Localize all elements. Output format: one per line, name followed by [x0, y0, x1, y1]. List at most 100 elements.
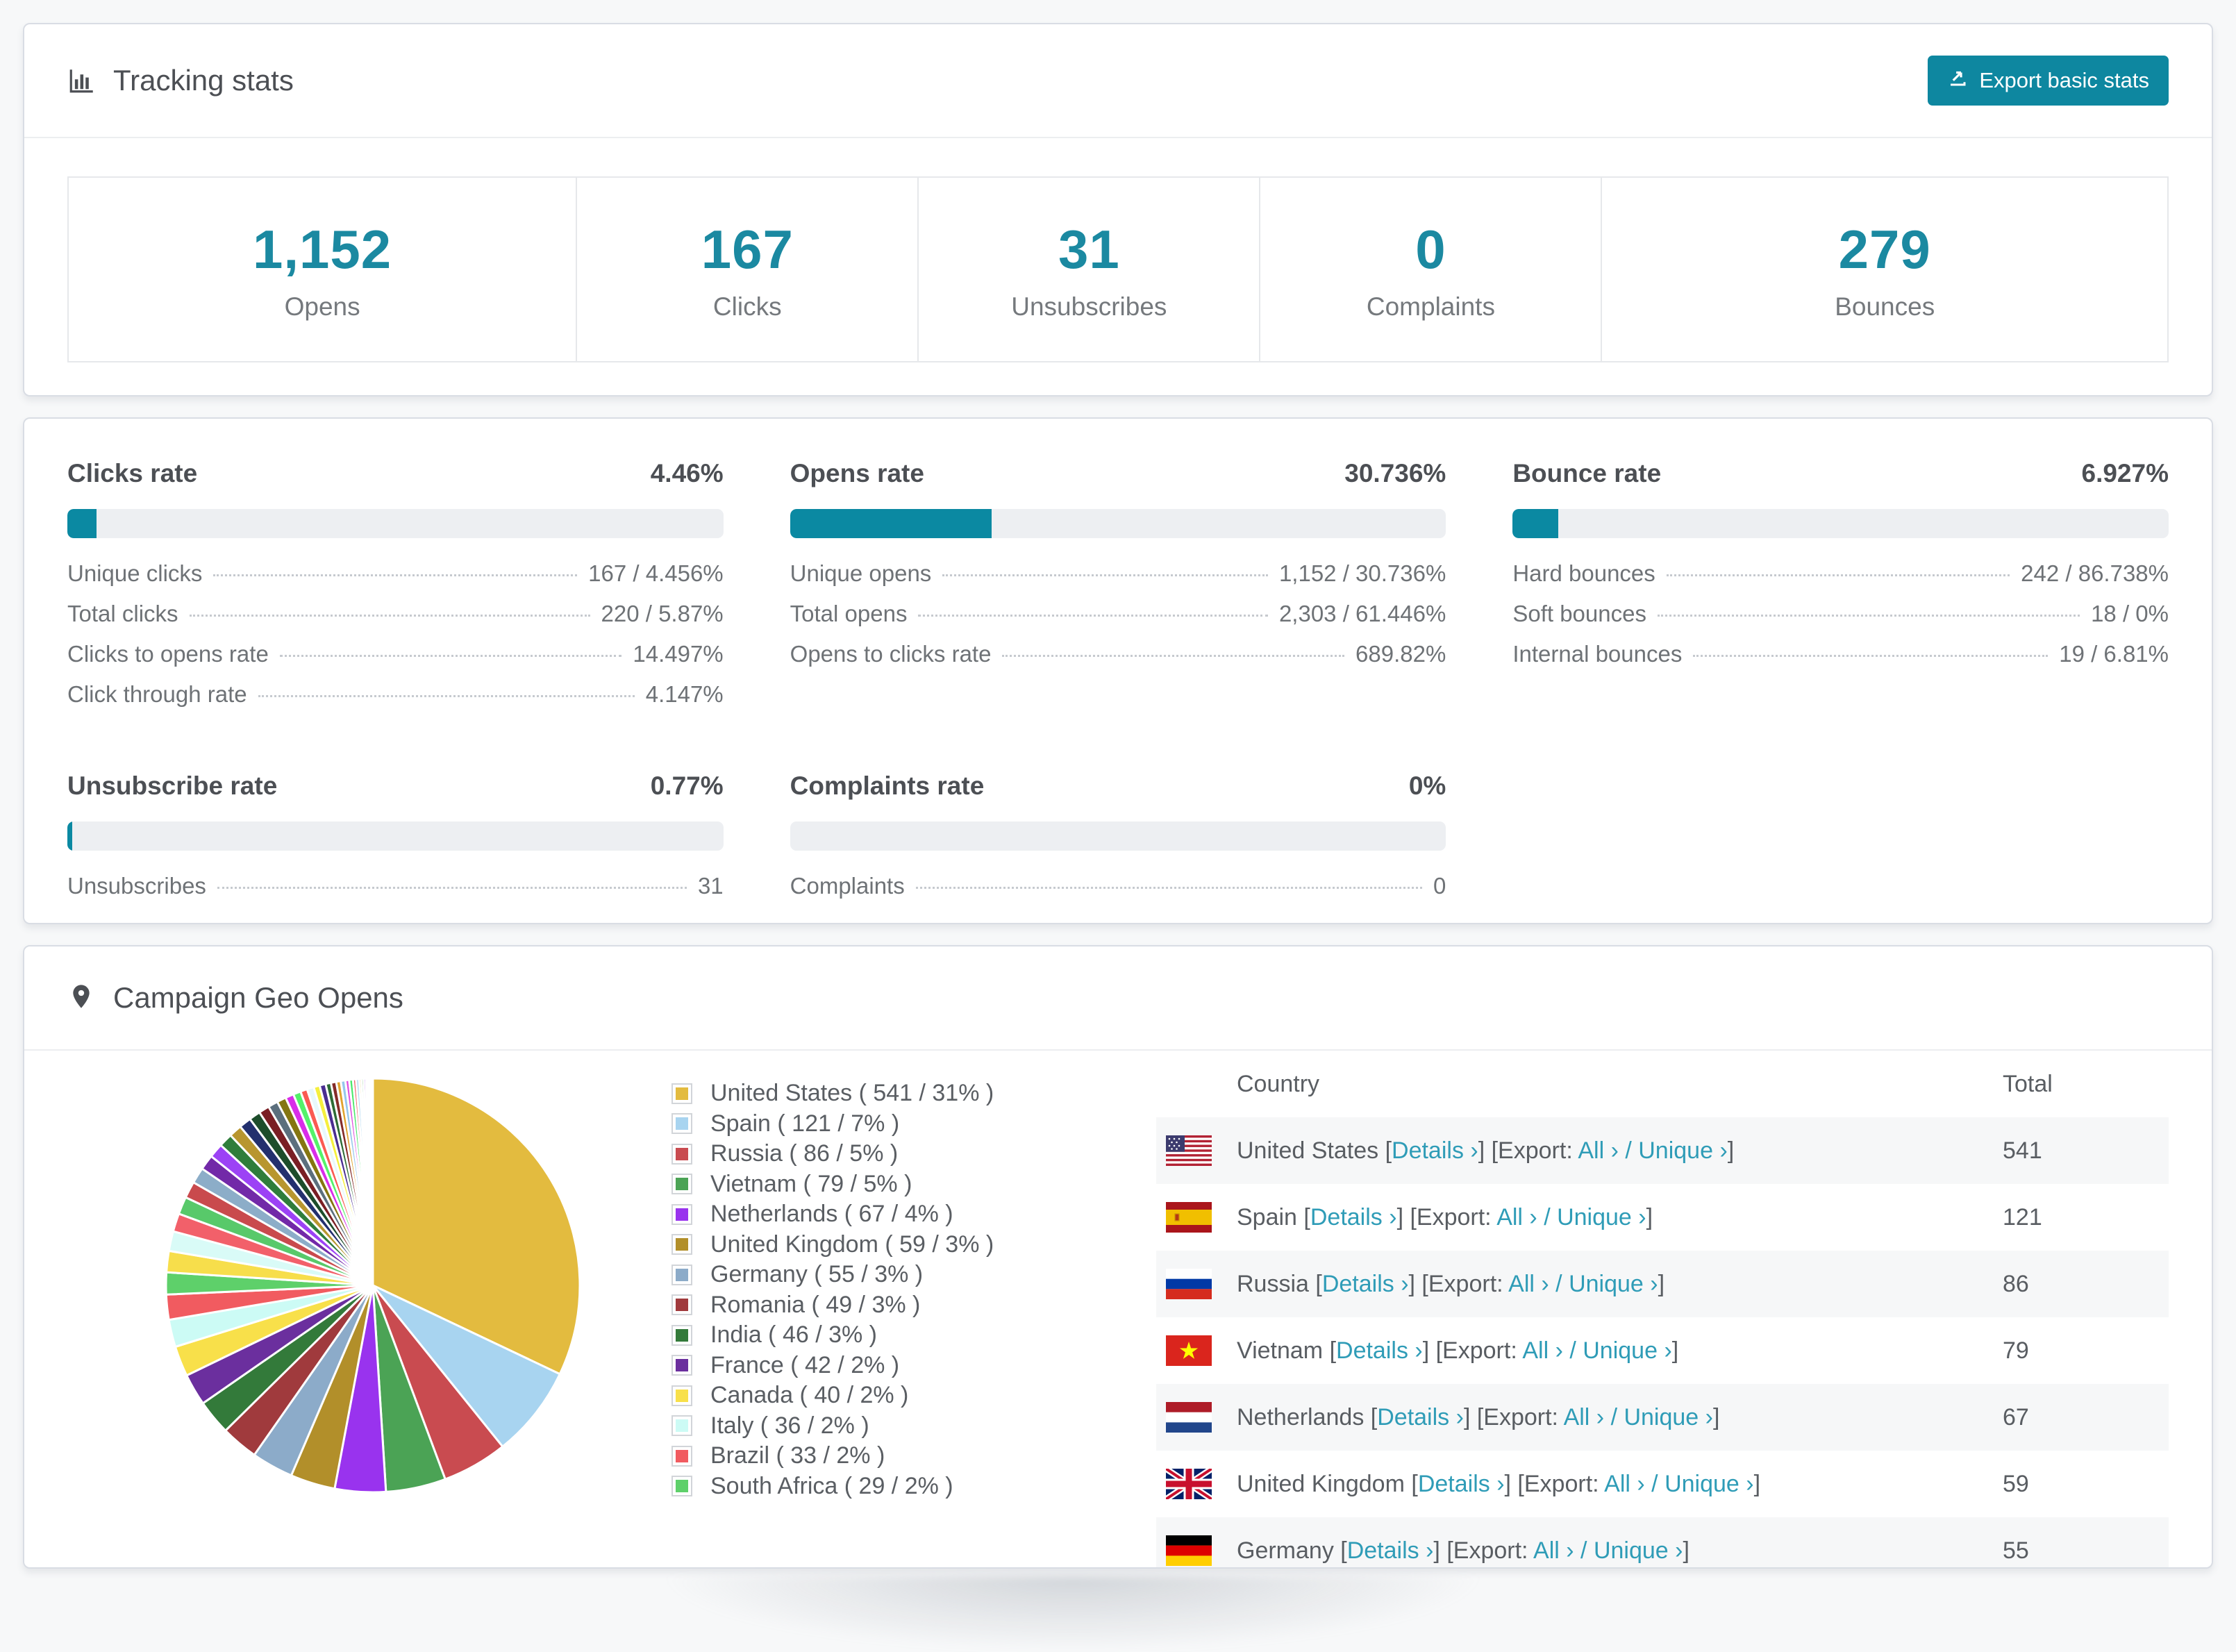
- dotted-leader: [1693, 655, 2049, 657]
- legend-item: United States ( 541 / 31% ): [671, 1078, 1123, 1109]
- details-link[interactable]: Details ›: [1336, 1337, 1423, 1364]
- legend-item: Netherlands ( 67 / 4% ): [671, 1199, 1123, 1230]
- legend-item: Romania ( 49 / 3% ): [671, 1290, 1123, 1321]
- export-all-link[interactable]: All ›: [1533, 1537, 1574, 1564]
- rate-block-opens-rate: Opens rate 30.736% Unique opens 1,152 / 30.…: [790, 459, 1446, 721]
- rate-title: Bounce rate: [1512, 459, 1662, 487]
- dotted-leader: [1002, 655, 1345, 657]
- legend-color-swatch: [671, 1083, 692, 1104]
- export-unique-link[interactable]: Unique ›: [1665, 1471, 1754, 1497]
- export-unique-link[interactable]: Unique ›: [1583, 1337, 1672, 1364]
- country-cell: United Kingdom [Details ›] [Export: All …: [1237, 1471, 1760, 1498]
- page-title: Tracking stats: [113, 64, 294, 97]
- nl-flag-icon: [1166, 1402, 1212, 1433]
- geo-table-row-us: United States [Details ›] [Export: All ›…: [1156, 1117, 2169, 1184]
- rate-progress-fill: [67, 509, 97, 538]
- legend-color-swatch: [671, 1445, 692, 1467]
- export-basic-stats-button[interactable]: Export basic stats: [1928, 56, 2169, 106]
- rate-row-value: 1,152 / 30.736%: [1278, 560, 1446, 586]
- rate-progress-track: [790, 509, 1446, 538]
- geo-card-title: Campaign Geo Opens: [113, 981, 403, 1014]
- export-unique-link[interactable]: Unique ›: [1624, 1404, 1713, 1430]
- slash: /: [1604, 1403, 1624, 1430]
- rate-progress-fill: [790, 509, 992, 538]
- rate-row-value: 18 / 0%: [2091, 601, 2169, 626]
- export-all-link[interactable]: All ›: [1496, 1204, 1537, 1230]
- rate-row: Total opens 2,303 / 61.446%: [790, 601, 1446, 641]
- geo-table: Country Total United States [Details ›] [E…: [1156, 1051, 2169, 1567]
- export-unique-link[interactable]: Unique ›: [1569, 1271, 1658, 1297]
- geo-body: United States ( 541 / 31% ) Spain ( 121 /…: [24, 1051, 2212, 1567]
- campaign-geo-opens-card: Campaign Geo Opens United States ( 541 /…: [23, 945, 2213, 1569]
- geo-table-header: Country Total: [1156, 1051, 2169, 1117]
- export-all-link[interactable]: All ›: [1508, 1271, 1549, 1297]
- bracket: ]: [1712, 1403, 1720, 1430]
- legend-item: Germany ( 55 / 3% ): [671, 1260, 1123, 1290]
- rate-row-label: Clicks to opens rate: [67, 641, 269, 667]
- rate-title: Complaints rate: [790, 771, 985, 800]
- legend-label: Spain ( 121 / 7% ): [710, 1110, 900, 1137]
- legend-label: Netherlands ( 67 / 4% ): [710, 1201, 953, 1228]
- export-all-link[interactable]: All ›: [1564, 1404, 1605, 1430]
- geo-card-header: Campaign Geo Opens: [24, 946, 2212, 1051]
- export-prefix: ] [Export:: [1396, 1203, 1497, 1230]
- bar-chart-icon: [67, 66, 97, 95]
- geo-table-row-nl: Netherlands [Details ›] [Export: All › /…: [1156, 1384, 2169, 1451]
- legend-color-swatch: [671, 1324, 692, 1346]
- details-link[interactable]: Details ›: [1418, 1471, 1505, 1497]
- vn-flag-icon: [1166, 1335, 1212, 1366]
- rate-row-value: 0: [1433, 873, 1446, 899]
- legend-label: France ( 42 / 2% ): [710, 1351, 900, 1378]
- geo-table-row-gb: United Kingdom [Details ›] [Export: All …: [1156, 1451, 2169, 1517]
- export-unique-link[interactable]: Unique ›: [1594, 1537, 1683, 1564]
- export-all-link[interactable]: All ›: [1578, 1137, 1619, 1164]
- summary-stat-value: 0: [1415, 218, 1446, 280]
- summary-stat-clicks: 167 Clicks: [576, 178, 917, 361]
- legend-item: United Kingdom ( 59 / 3% ): [671, 1230, 1123, 1260]
- export-all-link[interactable]: All ›: [1604, 1471, 1645, 1497]
- rate-progress-fill: [1512, 509, 1558, 538]
- rate-row-label: Total clicks: [67, 601, 178, 626]
- country-cell: United States [Details ›] [Export: All ›…: [1237, 1137, 1734, 1165]
- country-name: Russia: [1237, 1270, 1316, 1297]
- details-link[interactable]: Details ›: [1377, 1404, 1464, 1430]
- details-link[interactable]: Details ›: [1347, 1537, 1434, 1564]
- legend-label: South Africa ( 29 / 2% ): [710, 1472, 953, 1499]
- export-prefix: ] [Export:: [1478, 1137, 1578, 1164]
- export-unique-link[interactable]: Unique ›: [1638, 1137, 1728, 1164]
- legend-label: United Kingdom ( 59 / 3% ): [710, 1230, 994, 1258]
- export-all-link[interactable]: All ›: [1522, 1337, 1563, 1364]
- export-icon: [1947, 67, 1968, 94]
- total-cell: 121: [2003, 1203, 2042, 1230]
- bracket: [: [1340, 1537, 1347, 1564]
- details-link[interactable]: Details ›: [1310, 1204, 1397, 1230]
- rate-row-value: 4.147%: [645, 681, 724, 707]
- legend-label: Romania ( 49 / 3% ): [710, 1291, 921, 1318]
- country-name: Germany: [1237, 1537, 1341, 1564]
- bracket: ]: [1658, 1270, 1665, 1297]
- total-cell: 541: [2003, 1137, 2042, 1164]
- country-cell: Russia [Details ›] [Export: All › / Uniq…: [1237, 1271, 1665, 1298]
- legend-item: Canada ( 40 / 2% ): [671, 1380, 1123, 1411]
- details-link[interactable]: Details ›: [1322, 1271, 1409, 1297]
- tracking-stats-title: Tracking stats: [67, 64, 294, 97]
- total-cell: 59: [2003, 1470, 2029, 1497]
- rate-row-label: Total opens: [790, 601, 908, 626]
- rates-card: Clicks rate 4.46% Unique clicks 167 / 4.456…: [23, 417, 2213, 924]
- details-link[interactable]: Details ›: [1392, 1137, 1478, 1164]
- legend-color-swatch: [671, 1234, 692, 1255]
- bracket: ]: [1683, 1537, 1689, 1564]
- rate-row-value: 242 / 86.738%: [2021, 560, 2169, 586]
- legend-color-swatch: [671, 1294, 692, 1316]
- slash: /: [1537, 1203, 1558, 1230]
- export-prefix: ] [Export:: [1408, 1270, 1509, 1297]
- export-unique-link[interactable]: Unique ›: [1557, 1204, 1646, 1230]
- legend-label: United States ( 541 / 31% ): [710, 1080, 994, 1107]
- slash: /: [1549, 1270, 1569, 1297]
- summary-stat-opens: 1,152 Opens: [69, 178, 576, 361]
- total-cell: 55: [2003, 1537, 2029, 1564]
- summary-stat-label: Bounces: [1835, 292, 1935, 321]
- country-name: United Kingdom: [1237, 1470, 1412, 1497]
- rate-row-value: 689.82%: [1355, 641, 1446, 667]
- rate-row: Soft bounces 18 / 0%: [1512, 601, 2169, 641]
